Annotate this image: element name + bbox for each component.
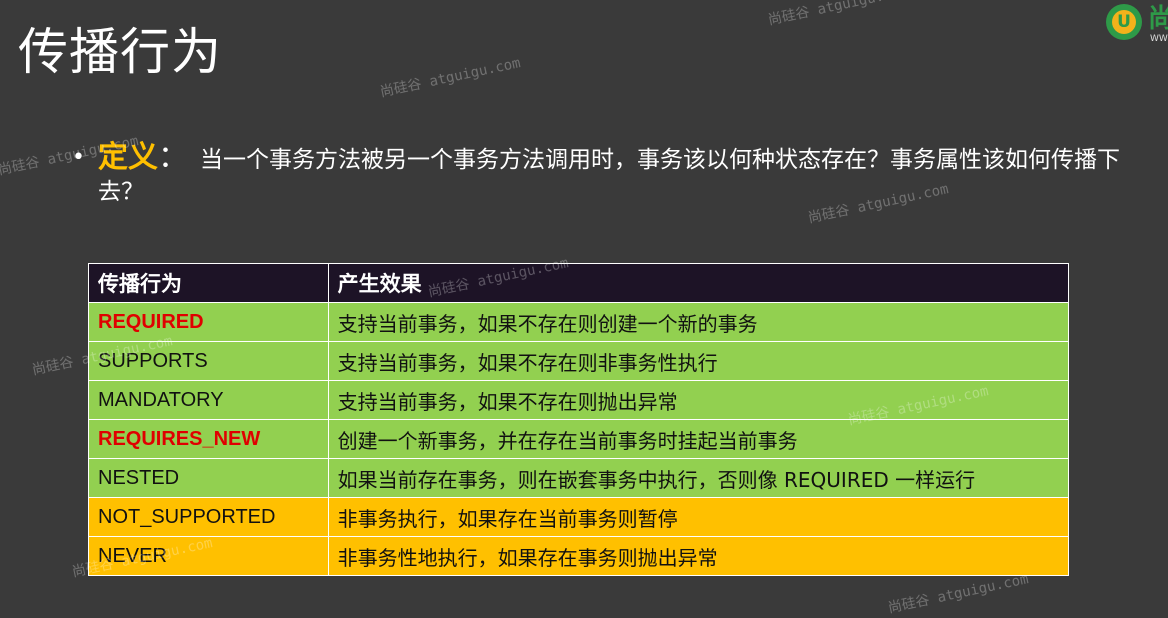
watermark: 尚硅谷 atguigu.com xyxy=(378,55,522,101)
table-row-required: REQUIRED 支持当前事务，如果不存在则创建一个新的事务 xyxy=(88,302,1070,342)
header-effect: 产生效果 xyxy=(327,263,1070,303)
propagation-effect: 创建一个新事务，并在存在当前事务时挂起当前事务 xyxy=(327,419,1070,459)
definition-paragraph: • 定义： 当一个事务方法被另一个事务方法调用时，事务该以何种状态存在？事务属性该… xyxy=(72,142,1162,208)
table-row-supports: SUPPORTS 支持当前事务，如果不存在则非事务性执行 xyxy=(88,341,1070,381)
definition-text-block: 定义： 当一个事务方法被另一个事务方法调用时，事务该以何种状态存在？事务属性该如何… xyxy=(72,142,1162,208)
propagation-effect: 如果当前存在事务，则在嵌套事务中执行，否则像 REQUIRED 一样运行 xyxy=(327,458,1070,498)
definition-colon: ： xyxy=(158,140,188,175)
propagation-effect: 支持当前事务，如果不存在则抛出异常 xyxy=(327,380,1070,420)
definition-term: 定义 xyxy=(98,140,158,175)
slide: 传播行为 U 尚 WWW • 定义：当一个事务方法被另一个事务方法调用时，事务该… xyxy=(0,0,1168,617)
propagation-effect: 非事务性地执行，如果存在事务则抛出异常 xyxy=(327,536,1070,576)
brand-logo: U 尚 WWW xyxy=(1106,4,1168,44)
propagation-name: NESTED xyxy=(88,458,329,498)
propagation-name: SUPPORTS xyxy=(88,341,329,381)
table-row-requires-new: REQUIRES_NEW 创建一个新事务，并在存在当前事务时挂起当前事务 xyxy=(88,419,1070,459)
definition-text: 当一个事务方法被另一个事务方法调用时，事务该以何种状态存在？事务属性该如何传播下… xyxy=(98,147,1120,205)
propagation-effect: 支持当前事务，如果不存在则非事务性执行 xyxy=(327,341,1070,381)
header-propagation: 传播行为 xyxy=(88,263,329,303)
watermark: 尚硅谷 atguigu.com xyxy=(766,0,910,29)
slide-title: 传播行为 xyxy=(18,23,222,81)
table-row-nested: NESTED 如果当前存在事务，则在嵌套事务中执行，否则像 REQUIRED 一… xyxy=(88,458,1070,498)
propagation-name: NOT_SUPPORTED xyxy=(88,497,329,537)
logo-brand-sub: WWW xyxy=(1150,34,1168,44)
table-header-row: 传播行为 产生效果 xyxy=(88,263,1070,303)
table-row-never: NEVER 非事务性地执行，如果存在事务则抛出异常 xyxy=(88,536,1070,576)
table-row-mandatory: MANDATORY 支持当前事务，如果不存在则抛出异常 xyxy=(88,380,1070,420)
propagation-name: REQUIRED xyxy=(88,302,329,342)
propagation-name: MANDATORY xyxy=(88,380,329,420)
logo-brand-text: 尚 xyxy=(1148,4,1168,34)
logo-circle-icon: U xyxy=(1106,4,1142,40)
propagation-name: REQUIRES_NEW xyxy=(88,419,329,459)
propagation-name: NEVER xyxy=(88,536,329,576)
propagation-effect: 支持当前事务，如果不存在则创建一个新的事务 xyxy=(327,302,1070,342)
table-row-not-supported: NOT_SUPPORTED 非事务执行，如果存在当前事务则暂停 xyxy=(88,497,1070,537)
logo-mark: U xyxy=(1112,10,1136,34)
bullet-icon: • xyxy=(72,145,85,170)
propagation-table: 传播行为 产生效果 REQUIRED 支持当前事务，如果不存在则创建一个新的事务… xyxy=(88,263,1070,576)
propagation-effect: 非事务执行，如果存在当前事务则暂停 xyxy=(327,497,1070,537)
